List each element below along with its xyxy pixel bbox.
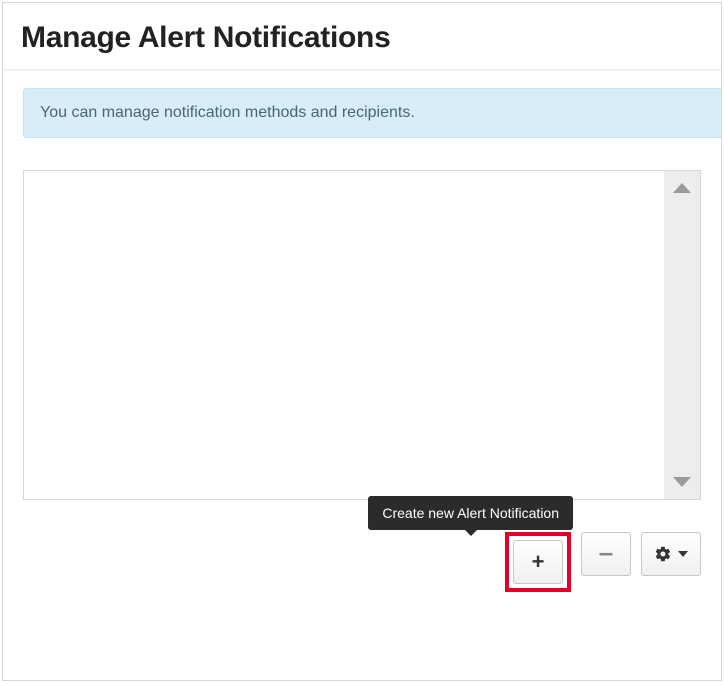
header: Manage Alert Notifications [3,3,721,70]
gear-icon [654,545,672,563]
dialog: Manage Alert Notifications You can manag… [2,2,722,681]
scroll-up-icon[interactable] [673,183,691,193]
add-button-highlight: + [505,532,571,592]
info-message: You can manage notification methods and … [40,104,415,121]
scroll-down-icon[interactable] [673,477,691,487]
plus-icon: + [532,551,545,573]
caret-down-icon [678,551,688,557]
content-area: You can manage notification methods and … [3,70,721,680]
notification-list-body [24,171,664,499]
toolbar: Create new Alert Notification + – [23,532,701,592]
info-banner: You can manage notification methods and … [23,88,721,138]
page-title: Manage Alert Notifications [21,21,703,55]
scrollbar[interactable] [664,171,700,499]
create-tooltip: Create new Alert Notification [368,496,573,530]
add-button[interactable]: + [513,540,563,584]
remove-button[interactable]: – [581,532,631,576]
notification-list[interactable] [23,170,701,500]
minus-icon: – [599,539,613,565]
settings-button[interactable] [641,532,701,576]
create-tooltip-text: Create new Alert Notification [382,505,559,521]
